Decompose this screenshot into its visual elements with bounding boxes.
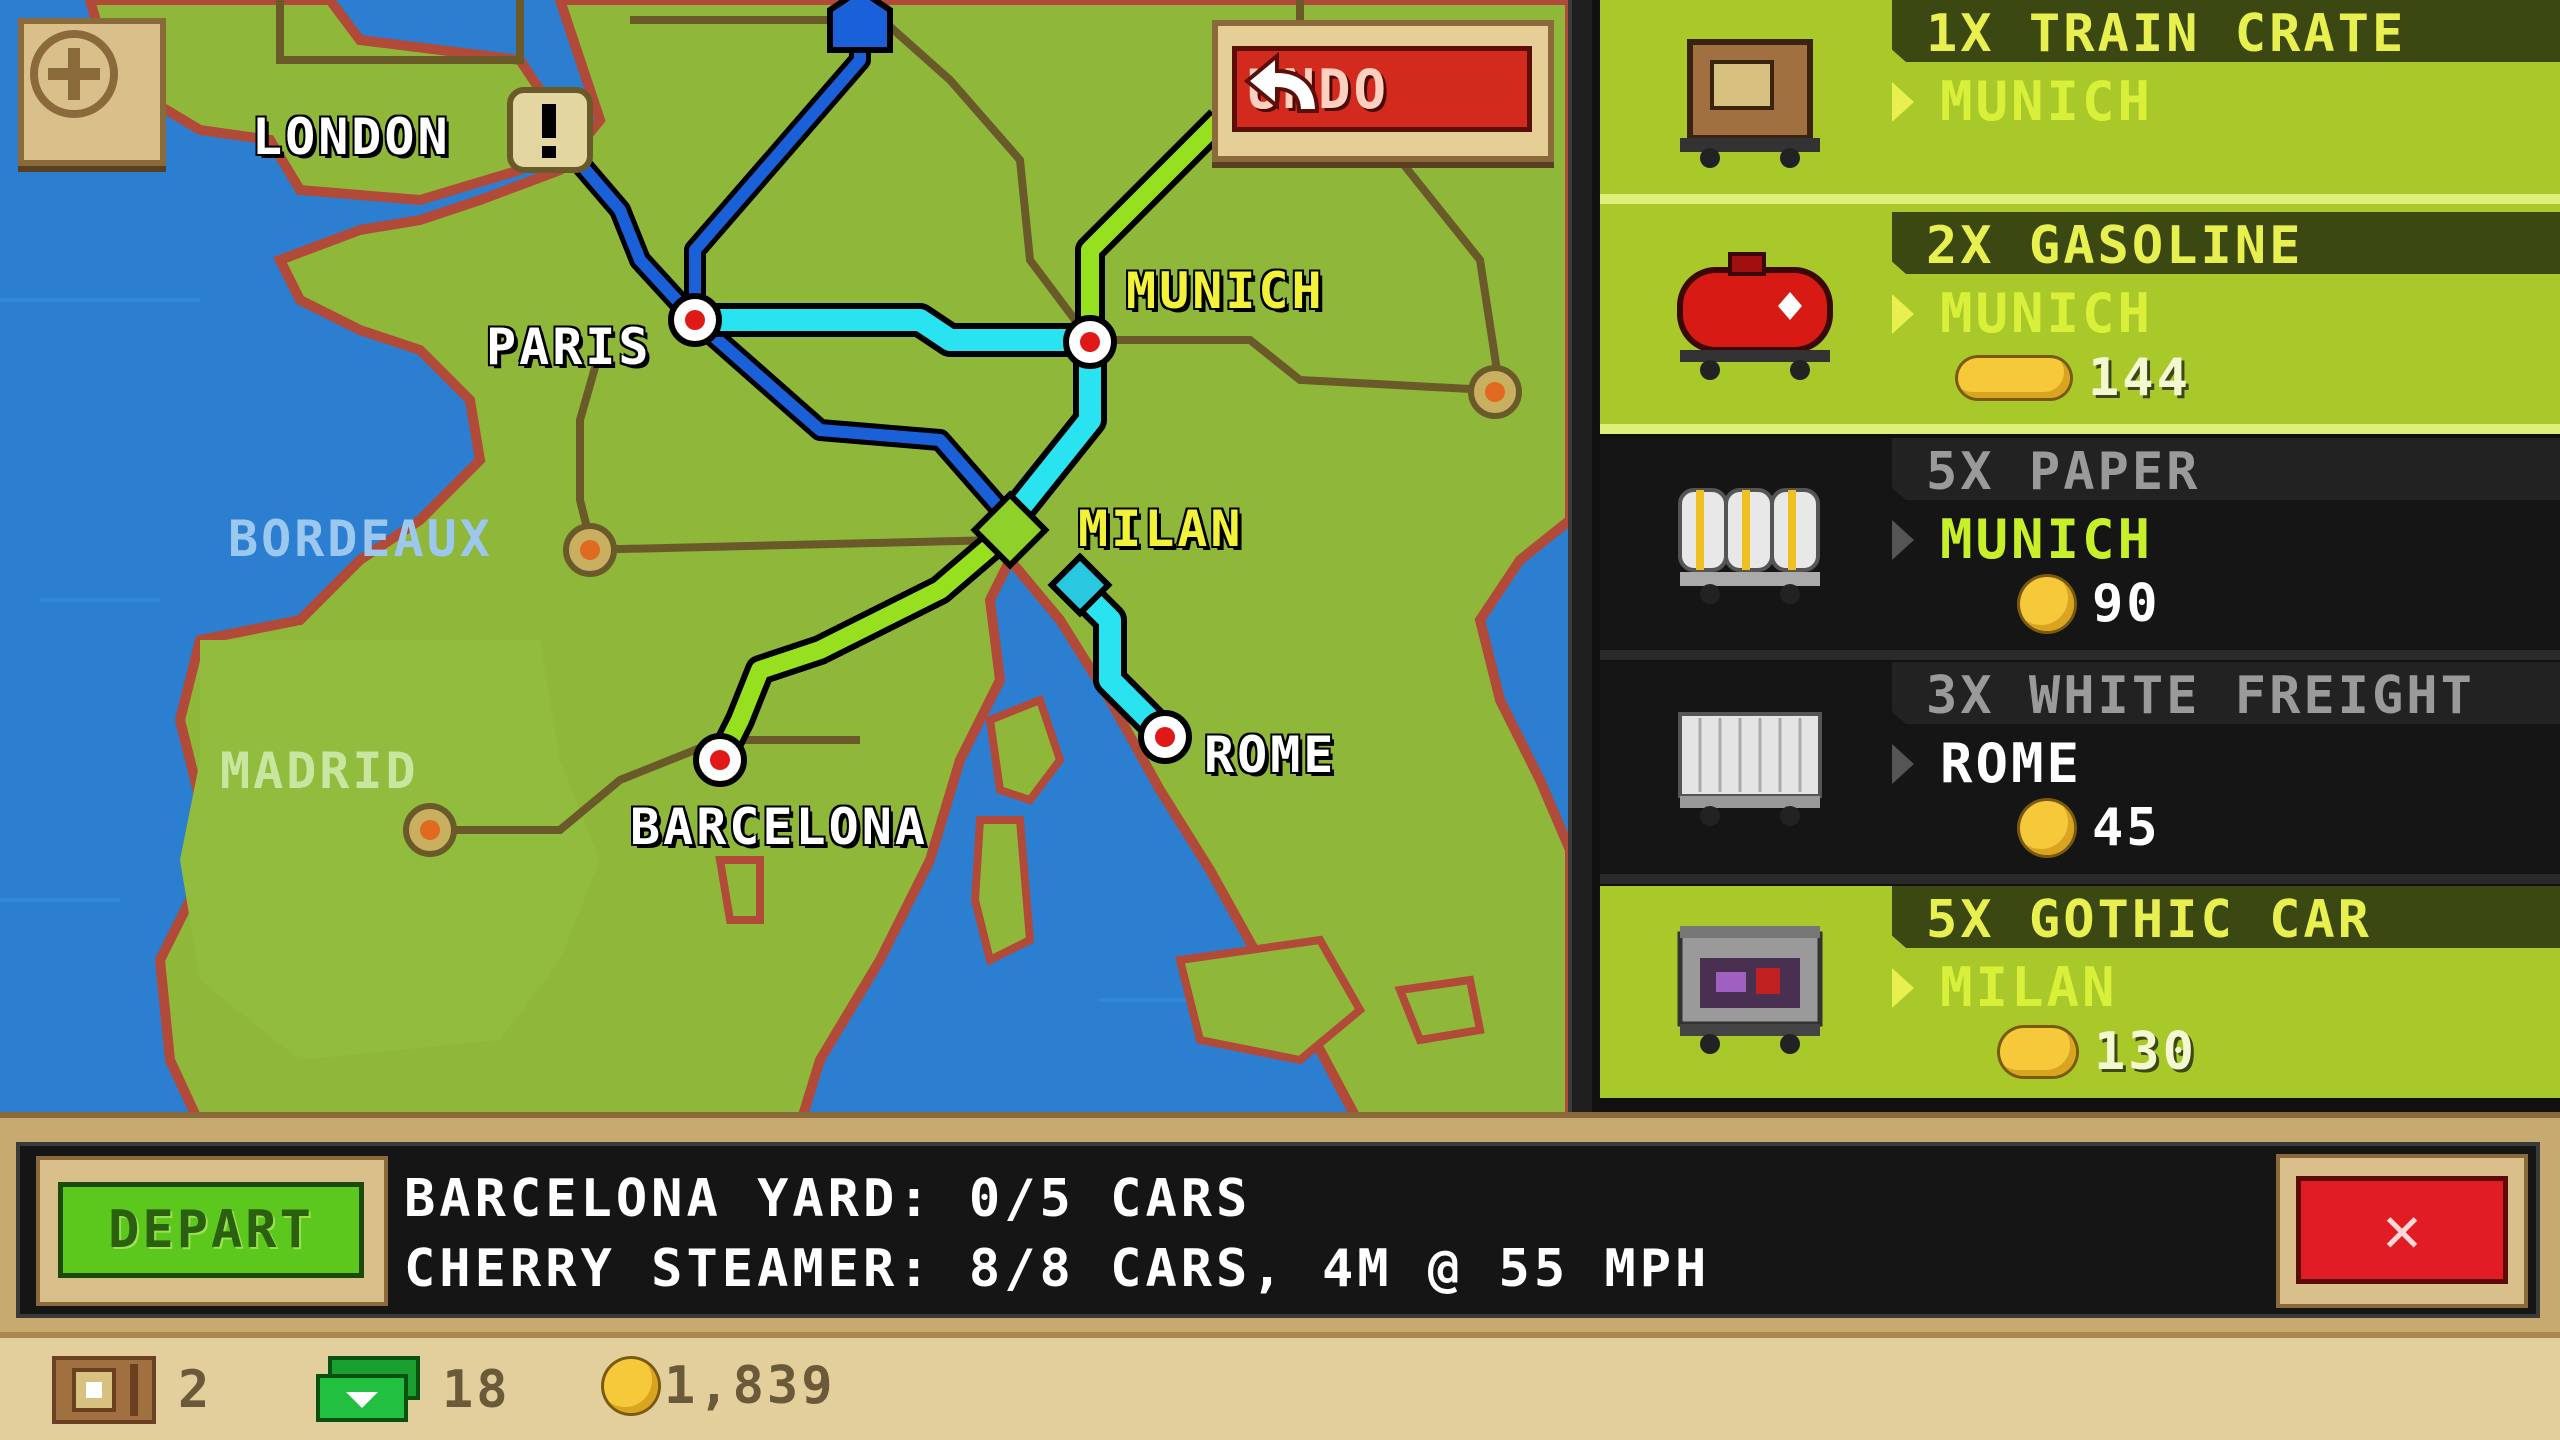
city-label-milan[interactable]: MILAN (1078, 500, 1244, 558)
close-icon: ✕ (2382, 1193, 2422, 1267)
play-arrow-icon (1892, 743, 1914, 784)
depart-button-frame: DEPART (36, 1156, 388, 1306)
crate-counter[interactable]: 2 (52, 1356, 212, 1424)
cargo-item[interactable]: 3X WHITE FREIGHT ROME 45 (1600, 662, 2560, 874)
destination-city: MUNICH (1940, 282, 2154, 345)
play-arrow-icon (1892, 293, 1914, 334)
cargo-list[interactable]: 1X TRAIN CRATE MUNICH 2X GASOLINE MUNICH… (1592, 0, 2560, 1125)
europe-map[interactable]: LONDON PARIS MUNICH MILAN BORDEAUX MADRI… (0, 0, 1580, 1125)
city-label-barcelona[interactable]: BARCELONA (630, 798, 928, 856)
undo-arrow-icon (1243, 51, 1320, 113)
cash-count: 18 (442, 1360, 511, 1420)
cash-counter[interactable]: 18 (316, 1356, 511, 1424)
destination-city: MUNICH (1940, 508, 2154, 571)
cash-icon (316, 1356, 420, 1422)
cargo-item[interactable]: 1X TRAIN CRATE MUNICH (1600, 0, 2560, 212)
crate-count: 2 (178, 1360, 213, 1420)
cargo-destination: MUNICH (1892, 282, 2153, 345)
destination-city: ROME (1940, 732, 2083, 795)
reward-amount: 90 (2092, 574, 2161, 634)
paper-car-icon (1678, 488, 1820, 604)
train-info-bar: DEPART BARCELONA YARD: 0/5 CARS CHERRY S… (0, 1112, 2560, 1338)
reward-amount: 144 (2088, 348, 2191, 408)
coin-counter[interactable]: 1,839 (604, 1356, 836, 1416)
train-status: CHERRY STEAMER: 8/8 CARS, 4M @ 55 MPH (404, 1239, 1711, 1299)
play-arrow-icon (1892, 519, 1914, 560)
destination-city: MUNICH (1940, 70, 2154, 133)
row-separator (1600, 194, 2560, 204)
crate-icon (52, 1356, 156, 1424)
reward-amount: 45 (2092, 798, 2161, 858)
coin-pile-icon (2000, 1028, 2076, 1076)
row-separator (1600, 424, 2560, 434)
city-label-paris[interactable]: PARIS (486, 318, 652, 376)
yard-status: BARCELONA YARD: 0/5 CARS (404, 1169, 1252, 1229)
undo-button-frame: UNDO (1212, 20, 1554, 162)
coin-icon (2020, 801, 2074, 855)
coin-icon (604, 1359, 658, 1413)
resource-status-bar: 2 18 1,839 (0, 1332, 2560, 1440)
cargo-item[interactable]: 2X GASOLINE MUNICH 144 (1600, 212, 2560, 424)
london-alert-badge (507, 87, 593, 173)
tanker-car-icon (1677, 252, 1833, 380)
city-label-madrid[interactable]: MADRID (220, 742, 419, 800)
cargo-title: 2X GASOLINE (1926, 216, 2304, 276)
cargo-title-bar: 1X TRAIN CRATE (1892, 0, 2560, 62)
undo-button[interactable]: UNDO (1232, 46, 1532, 132)
train-info-panel: DEPART BARCELONA YARD: 0/5 CARS CHERRY S… (16, 1142, 2540, 1318)
cargo-item[interactable]: 5X PAPER MUNICH 90 (1600, 438, 2560, 650)
cargo-reward: 90 (2020, 574, 2161, 634)
add-button[interactable] (18, 18, 166, 166)
gothic-car-icon (1677, 926, 1823, 1054)
depart-label: DEPART (108, 1200, 314, 1260)
depart-button[interactable]: DEPART (58, 1182, 364, 1278)
coin-stack-icon (1958, 358, 2070, 398)
cargo-reward: 130 (2000, 1022, 2197, 1082)
cargo-title: 1X TRAIN CRATE (1926, 4, 2407, 64)
city-label-bordeaux[interactable]: BORDEAUX (228, 510, 493, 568)
crate-car-icon (1680, 39, 1820, 168)
row-separator (1600, 650, 2560, 660)
row-separator (1600, 874, 2560, 884)
play-arrow-icon (1892, 81, 1914, 122)
cargo-item[interactable]: 5X GOTHIC CAR MILAN 130 (1600, 886, 2560, 1098)
close-button-frame: ✕ (2276, 1154, 2528, 1308)
freight-car-icon (1678, 712, 1822, 826)
game-screen: LONDON PARIS MUNICH MILAN BORDEAUX MADRI… (0, 0, 2560, 1440)
cargo-title: 3X WHITE FREIGHT (1926, 666, 2475, 726)
close-button[interactable]: ✕ (2296, 1176, 2508, 1284)
cargo-title-bar: 2X GASOLINE (1892, 212, 2560, 274)
cargo-destination: MILAN (1892, 956, 2118, 1019)
reward-amount: 130 (2094, 1022, 2197, 1082)
cargo-title: 5X GOTHIC CAR (1926, 890, 2372, 950)
coin-icon (2020, 577, 2074, 631)
city-label-london[interactable]: LONDON (252, 108, 451, 166)
cargo-title-bar: 5X GOTHIC CAR (1892, 886, 2560, 948)
cargo-title: 5X PAPER (1926, 442, 2201, 502)
train-info-text: BARCELONA YARD: 0/5 CARS CHERRY STEAMER:… (404, 1164, 1710, 1304)
cargo-destination: MUNICH (1892, 70, 2153, 133)
destination-city: MILAN (1940, 956, 2118, 1019)
coin-count: 1,839 (664, 1356, 836, 1416)
play-arrow-icon (1892, 967, 1914, 1008)
city-label-munich[interactable]: MUNICH (1126, 262, 1325, 320)
cargo-destination: ROME (1892, 732, 2082, 795)
cargo-title-bar: 3X WHITE FREIGHT (1892, 662, 2560, 724)
cargo-destination: MUNICH (1892, 508, 2153, 571)
cargo-title-bar: 5X PAPER (1892, 438, 2560, 500)
cargo-reward: 144 (1958, 348, 2191, 408)
city-label-rome[interactable]: ROME (1204, 726, 1336, 784)
plus-icon (30, 30, 118, 118)
cargo-reward: 45 (2020, 798, 2161, 858)
